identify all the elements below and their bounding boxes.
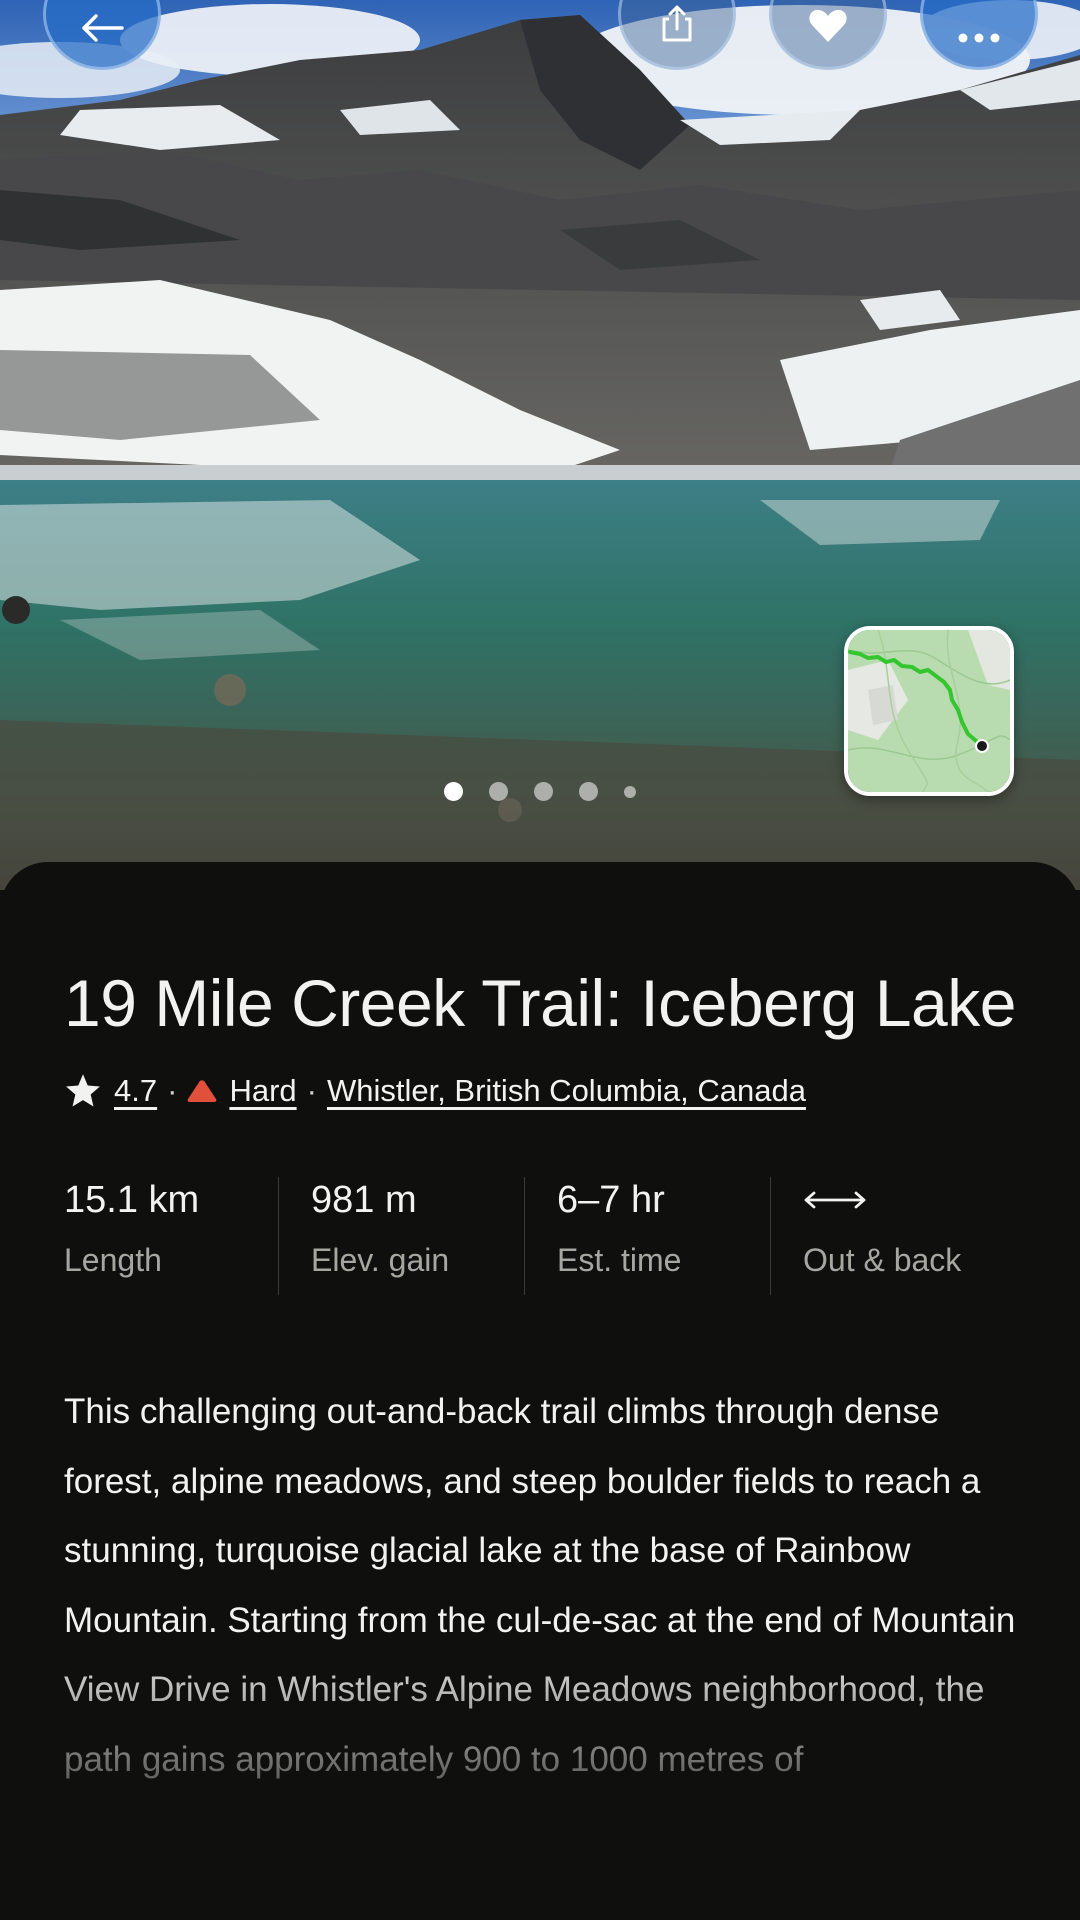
carousel-dot[interactable] (534, 782, 553, 801)
description-fade (64, 1637, 1016, 1837)
carousel-dot[interactable] (489, 782, 508, 801)
share-icon (662, 5, 692, 42)
carousel-dot[interactable] (624, 785, 636, 798)
trail-info-sheet: 19 Mile Creek Trail: Iceberg Lake 4.7 · … (0, 862, 1080, 1920)
trail-stats: 15.1 km Length 981 m Elev. gain 6–7 hr E… (64, 1177, 1016, 1295)
more-dots-icon (958, 33, 1000, 43)
stat-route-type: Out & back (770, 1177, 1016, 1295)
carousel-dot[interactable] (579, 782, 598, 801)
trail-meta-row: 4.7 · Hard · Whistler, British Columbia,… (64, 1073, 1016, 1109)
arrow-left-icon (82, 14, 124, 42)
heart-icon (809, 9, 847, 43)
carousel-dot[interactable] (444, 782, 463, 801)
stat-label: Length (64, 1242, 162, 1278)
mountain-icon (188, 1080, 217, 1102)
stat-elevation: 981 m Elev. gain (278, 1177, 524, 1295)
stat-value: 981 m (311, 1179, 417, 1221)
carousel-indicator[interactable] (0, 782, 1080, 801)
stat-time: 6–7 hr Est. time (524, 1177, 770, 1295)
hero-photo-carousel[interactable] (0, 0, 1080, 890)
difficulty-link[interactable]: Hard (229, 1073, 296, 1109)
stat-label: Out & back (803, 1242, 962, 1278)
star-icon (66, 1074, 100, 1107)
separator-dot: · (167, 1073, 178, 1108)
double-arrow-icon (804, 1191, 866, 1209)
route-map (848, 630, 1010, 792)
trail-title: 19 Mile Creek Trail: Iceberg Lake (64, 966, 1016, 1040)
stat-length: 15.1 km Length (64, 1177, 278, 1295)
stat-value: 6–7 hr (557, 1179, 665, 1221)
rating-link[interactable]: 4.7 (114, 1073, 157, 1109)
description-section[interactable]: This challenging out-and-back trail clim… (64, 1377, 1016, 1837)
trail-map-thumbnail[interactable] (844, 626, 1014, 796)
stat-label: Est. time (557, 1242, 682, 1278)
trail-detail-screen: 19 Mile Creek Trail: Iceberg Lake 4.7 · … (0, 0, 1080, 1920)
stat-value (803, 1177, 1016, 1223)
location-link[interactable]: Whistler, British Columbia, Canada (327, 1073, 806, 1109)
stat-value: 15.1 km (64, 1179, 200, 1221)
stat-label: Elev. gain (311, 1242, 450, 1278)
separator-dot: · (306, 1073, 317, 1108)
